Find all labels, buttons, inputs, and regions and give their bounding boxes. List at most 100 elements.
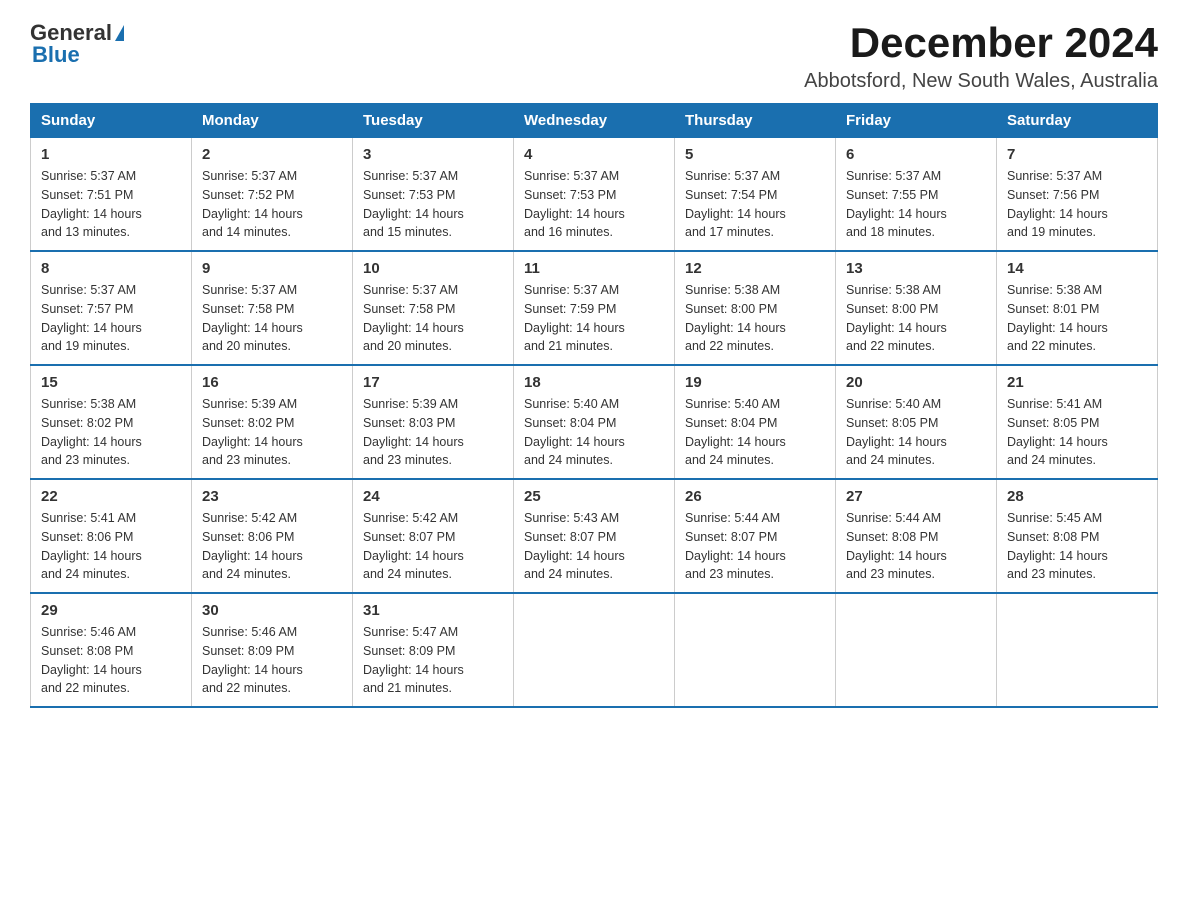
subtitle: Abbotsford, New South Wales, Australia xyxy=(804,70,1158,93)
day-info: Sunrise: 5:38 AM Sunset: 8:02 PM Dayligh… xyxy=(41,395,181,470)
day-info: Sunrise: 5:41 AM Sunset: 8:05 PM Dayligh… xyxy=(1007,395,1147,470)
calendar-cell: 10 Sunrise: 5:37 AM Sunset: 7:58 PM Dayl… xyxy=(353,251,514,365)
day-info: Sunrise: 5:40 AM Sunset: 8:04 PM Dayligh… xyxy=(685,395,825,470)
day-number: 9 xyxy=(202,260,342,277)
logo-text-blue: Blue xyxy=(32,42,80,68)
calendar-table: SundayMondayTuesdayWednesdayThursdayFrid… xyxy=(30,103,1158,708)
day-info: Sunrise: 5:37 AM Sunset: 7:58 PM Dayligh… xyxy=(202,281,342,356)
day-number: 19 xyxy=(685,374,825,391)
day-number: 3 xyxy=(363,146,503,163)
day-number: 14 xyxy=(1007,260,1147,277)
day-info: Sunrise: 5:37 AM Sunset: 7:52 PM Dayligh… xyxy=(202,167,342,242)
day-number: 22 xyxy=(41,488,181,505)
day-info: Sunrise: 5:37 AM Sunset: 7:53 PM Dayligh… xyxy=(363,167,503,242)
calendar-cell: 17 Sunrise: 5:39 AM Sunset: 8:03 PM Dayl… xyxy=(353,365,514,479)
calendar-week-row: 22 Sunrise: 5:41 AM Sunset: 8:06 PM Dayl… xyxy=(31,479,1158,593)
calendar-cell: 5 Sunrise: 5:37 AM Sunset: 7:54 PM Dayli… xyxy=(675,138,836,252)
day-number: 1 xyxy=(41,146,181,163)
calendar-cell: 9 Sunrise: 5:37 AM Sunset: 7:58 PM Dayli… xyxy=(192,251,353,365)
calendar-cell: 18 Sunrise: 5:40 AM Sunset: 8:04 PM Dayl… xyxy=(514,365,675,479)
calendar-cell: 20 Sunrise: 5:40 AM Sunset: 8:05 PM Dayl… xyxy=(836,365,997,479)
day-number: 13 xyxy=(846,260,986,277)
day-number: 29 xyxy=(41,602,181,619)
calendar-cell: 29 Sunrise: 5:46 AM Sunset: 8:08 PM Dayl… xyxy=(31,593,192,707)
calendar-body: 1 Sunrise: 5:37 AM Sunset: 7:51 PM Dayli… xyxy=(31,138,1158,708)
day-number: 31 xyxy=(363,602,503,619)
day-number: 28 xyxy=(1007,488,1147,505)
calendar-cell: 6 Sunrise: 5:37 AM Sunset: 7:55 PM Dayli… xyxy=(836,138,997,252)
day-number: 2 xyxy=(202,146,342,163)
day-number: 18 xyxy=(524,374,664,391)
calendar-cell: 27 Sunrise: 5:44 AM Sunset: 8:08 PM Dayl… xyxy=(836,479,997,593)
day-info: Sunrise: 5:47 AM Sunset: 8:09 PM Dayligh… xyxy=(363,623,503,698)
day-number: 5 xyxy=(685,146,825,163)
day-info: Sunrise: 5:42 AM Sunset: 8:07 PM Dayligh… xyxy=(363,509,503,584)
calendar-cell: 14 Sunrise: 5:38 AM Sunset: 8:01 PM Dayl… xyxy=(997,251,1158,365)
calendar-cell xyxy=(836,593,997,707)
logo-triangle-icon xyxy=(115,25,124,41)
day-info: Sunrise: 5:39 AM Sunset: 8:03 PM Dayligh… xyxy=(363,395,503,470)
calendar-week-row: 8 Sunrise: 5:37 AM Sunset: 7:57 PM Dayli… xyxy=(31,251,1158,365)
day-info: Sunrise: 5:46 AM Sunset: 8:09 PM Dayligh… xyxy=(202,623,342,698)
day-number: 7 xyxy=(1007,146,1147,163)
day-number: 16 xyxy=(202,374,342,391)
calendar-cell xyxy=(514,593,675,707)
calendar-cell: 26 Sunrise: 5:44 AM Sunset: 8:07 PM Dayl… xyxy=(675,479,836,593)
day-info: Sunrise: 5:38 AM Sunset: 8:01 PM Dayligh… xyxy=(1007,281,1147,356)
calendar-cell: 12 Sunrise: 5:38 AM Sunset: 8:00 PM Dayl… xyxy=(675,251,836,365)
calendar-cell xyxy=(997,593,1158,707)
day-info: Sunrise: 5:37 AM Sunset: 7:55 PM Dayligh… xyxy=(846,167,986,242)
calendar-cell: 28 Sunrise: 5:45 AM Sunset: 8:08 PM Dayl… xyxy=(997,479,1158,593)
day-number: 17 xyxy=(363,374,503,391)
day-info: Sunrise: 5:45 AM Sunset: 8:08 PM Dayligh… xyxy=(1007,509,1147,584)
day-info: Sunrise: 5:38 AM Sunset: 8:00 PM Dayligh… xyxy=(846,281,986,356)
main-title: December 2024 xyxy=(804,20,1158,66)
day-info: Sunrise: 5:43 AM Sunset: 8:07 PM Dayligh… xyxy=(524,509,664,584)
calendar-cell: 4 Sunrise: 5:37 AM Sunset: 7:53 PM Dayli… xyxy=(514,138,675,252)
day-info: Sunrise: 5:37 AM Sunset: 7:51 PM Dayligh… xyxy=(41,167,181,242)
day-info: Sunrise: 5:40 AM Sunset: 8:04 PM Dayligh… xyxy=(524,395,664,470)
calendar-cell: 21 Sunrise: 5:41 AM Sunset: 8:05 PM Dayl… xyxy=(997,365,1158,479)
title-block: December 2024 Abbotsford, New South Wale… xyxy=(804,20,1158,93)
calendar-cell: 3 Sunrise: 5:37 AM Sunset: 7:53 PM Dayli… xyxy=(353,138,514,252)
calendar-cell: 1 Sunrise: 5:37 AM Sunset: 7:51 PM Dayli… xyxy=(31,138,192,252)
day-info: Sunrise: 5:37 AM Sunset: 7:57 PM Dayligh… xyxy=(41,281,181,356)
day-number: 27 xyxy=(846,488,986,505)
day-number: 12 xyxy=(685,260,825,277)
logo: General Blue xyxy=(30,20,124,68)
day-number: 10 xyxy=(363,260,503,277)
day-info: Sunrise: 5:37 AM Sunset: 7:54 PM Dayligh… xyxy=(685,167,825,242)
day-info: Sunrise: 5:40 AM Sunset: 8:05 PM Dayligh… xyxy=(846,395,986,470)
day-number: 25 xyxy=(524,488,664,505)
day-info: Sunrise: 5:46 AM Sunset: 8:08 PM Dayligh… xyxy=(41,623,181,698)
calendar-cell: 13 Sunrise: 5:38 AM Sunset: 8:00 PM Dayl… xyxy=(836,251,997,365)
day-number: 6 xyxy=(846,146,986,163)
day-info: Sunrise: 5:37 AM Sunset: 7:53 PM Dayligh… xyxy=(524,167,664,242)
calendar-cell: 23 Sunrise: 5:42 AM Sunset: 8:06 PM Dayl… xyxy=(192,479,353,593)
calendar-cell: 22 Sunrise: 5:41 AM Sunset: 8:06 PM Dayl… xyxy=(31,479,192,593)
day-number: 20 xyxy=(846,374,986,391)
header-cell-wednesday: Wednesday xyxy=(514,104,675,138)
day-number: 30 xyxy=(202,602,342,619)
day-info: Sunrise: 5:44 AM Sunset: 8:08 PM Dayligh… xyxy=(846,509,986,584)
calendar-cell: 2 Sunrise: 5:37 AM Sunset: 7:52 PM Dayli… xyxy=(192,138,353,252)
day-number: 23 xyxy=(202,488,342,505)
calendar-week-row: 1 Sunrise: 5:37 AM Sunset: 7:51 PM Dayli… xyxy=(31,138,1158,252)
day-info: Sunrise: 5:37 AM Sunset: 7:56 PM Dayligh… xyxy=(1007,167,1147,242)
header-cell-thursday: Thursday xyxy=(675,104,836,138)
calendar-cell: 24 Sunrise: 5:42 AM Sunset: 8:07 PM Dayl… xyxy=(353,479,514,593)
header-cell-sunday: Sunday xyxy=(31,104,192,138)
calendar-cell: 7 Sunrise: 5:37 AM Sunset: 7:56 PM Dayli… xyxy=(997,138,1158,252)
day-number: 4 xyxy=(524,146,664,163)
calendar-cell: 25 Sunrise: 5:43 AM Sunset: 8:07 PM Dayl… xyxy=(514,479,675,593)
day-info: Sunrise: 5:38 AM Sunset: 8:00 PM Dayligh… xyxy=(685,281,825,356)
calendar-week-row: 15 Sunrise: 5:38 AM Sunset: 8:02 PM Dayl… xyxy=(31,365,1158,479)
day-number: 26 xyxy=(685,488,825,505)
day-info: Sunrise: 5:39 AM Sunset: 8:02 PM Dayligh… xyxy=(202,395,342,470)
calendar-cell: 15 Sunrise: 5:38 AM Sunset: 8:02 PM Dayl… xyxy=(31,365,192,479)
header-cell-monday: Monday xyxy=(192,104,353,138)
calendar-cell: 31 Sunrise: 5:47 AM Sunset: 8:09 PM Dayl… xyxy=(353,593,514,707)
calendar-header: SundayMondayTuesdayWednesdayThursdayFrid… xyxy=(31,104,1158,138)
day-number: 11 xyxy=(524,260,664,277)
day-info: Sunrise: 5:37 AM Sunset: 7:59 PM Dayligh… xyxy=(524,281,664,356)
